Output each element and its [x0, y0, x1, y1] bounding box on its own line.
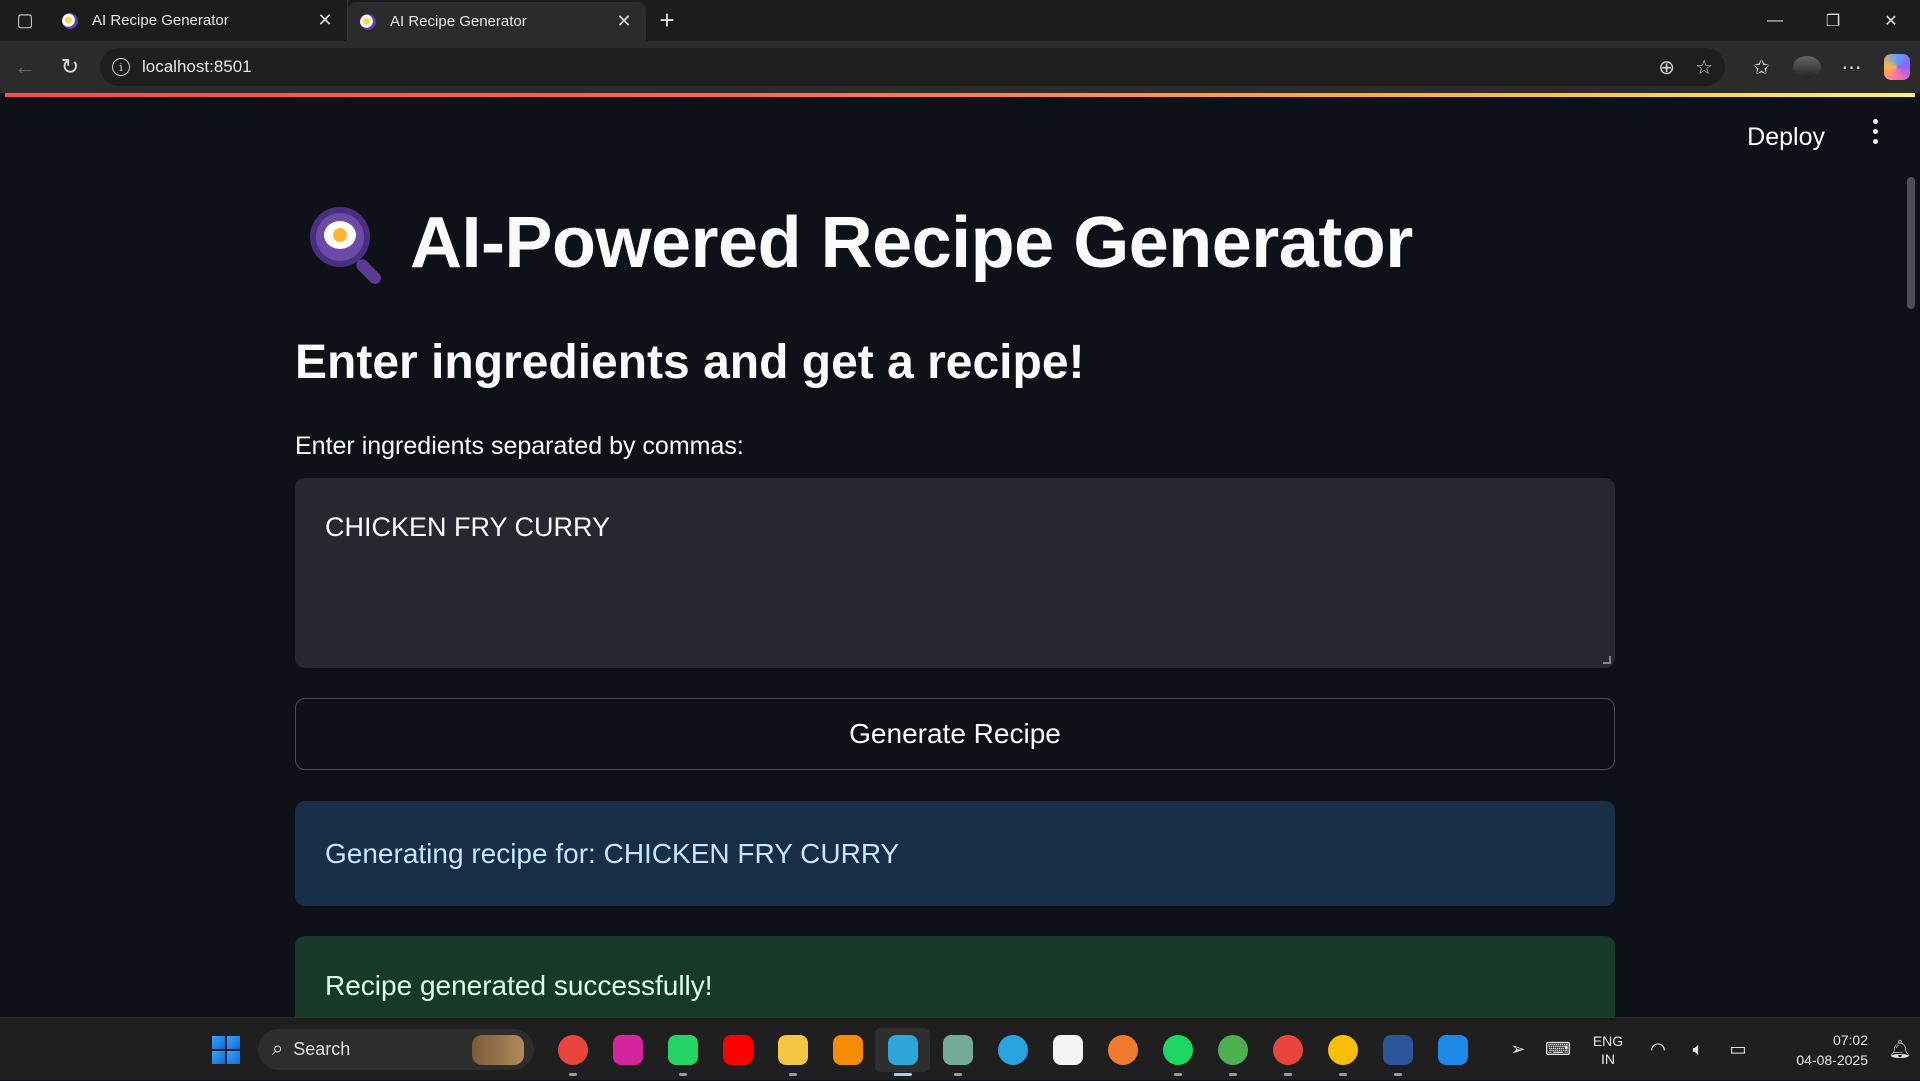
tab-favicon: [62, 12, 78, 29]
profile-avatar[interactable]: [1784, 56, 1829, 78]
spotify-icon[interactable]: [1150, 1028, 1205, 1076]
close-window-icon[interactable]: ✕: [1862, 0, 1920, 41]
browser-tab-1[interactable]: AI Recipe Generator ✕: [50, 0, 348, 41]
instagram-icon[interactable]: [600, 1028, 655, 1072]
minimize-icon[interactable]: —: [1746, 0, 1804, 41]
region-code: IN: [1601, 1050, 1615, 1067]
chatgpt-icon[interactable]: [930, 1028, 985, 1076]
taskbar-apps: [545, 1028, 1480, 1076]
tab-title: AI Recipe Generator: [390, 13, 527, 30]
app-main: Deploy AI-Powered Recipe Generator Enter…: [5, 97, 1915, 1036]
edge-icon[interactable]: [875, 1028, 930, 1076]
tab-actions-icon[interactable]: ▢: [0, 0, 50, 41]
youtube-icon[interactable]: [710, 1028, 765, 1072]
page-title: AI-Powered Recipe Generator: [410, 203, 1413, 283]
url-field[interactable]: i localhost:8501 ⊕ ☆: [100, 48, 1725, 86]
microsoft-store-icon[interactable]: [1040, 1028, 1095, 1072]
favorites-icon[interactable]: ✩: [1739, 55, 1784, 80]
search-icon: ⌕: [272, 1038, 284, 1060]
notification-bell-icon[interactable]: 🔔︎: [1880, 1039, 1920, 1060]
chrome-profile-2-icon[interactable]: [1260, 1028, 1315, 1076]
address-bar-row: ← ↻ i localhost:8501 ⊕ ☆ ✩ ⋯: [0, 41, 1920, 93]
info-alert-text: Generating recipe for: CHICKEN FRY CURRY: [325, 837, 900, 869]
title-row: AI-Powered Recipe Generator: [310, 202, 1413, 287]
success-alert-text: Recipe generated successfully!: [325, 970, 713, 1001]
clock[interactable]: 07:02 04-08-2025: [1758, 1030, 1868, 1070]
telegram-icon[interactable]: [985, 1028, 1040, 1072]
vlc-icon[interactable]: [820, 1028, 875, 1072]
more-options-icon[interactable]: ⋯: [1829, 55, 1874, 80]
resize-handle-icon[interactable]: [1603, 656, 1611, 664]
main-menu-icon[interactable]: [1870, 119, 1880, 144]
search-highlight-image: [472, 1034, 524, 1065]
site-info-icon[interactable]: i: [112, 58, 130, 76]
browser-toolbar: ✩ ⋯: [1739, 54, 1919, 80]
language-code: ENG: [1592, 1032, 1624, 1049]
vscode-icon[interactable]: [1425, 1028, 1480, 1072]
clock-date: 04-08-2025: [1796, 1051, 1868, 1068]
taskbar-search-label: Search: [293, 1039, 351, 1059]
url-text: localhost:8501: [142, 57, 252, 76]
language-indicator[interactable]: ENG IN: [1578, 1032, 1638, 1068]
info-alert: Generating recipe for: CHICKEN FRY CURRY: [295, 801, 1615, 906]
whatsapp-icon[interactable]: [655, 1028, 710, 1076]
ingredients-label: Enter ingredients separated by commas:: [295, 432, 744, 460]
restore-icon[interactable]: ❐: [1804, 0, 1862, 41]
close-tab-icon[interactable]: ✕: [614, 11, 634, 32]
battery-icon[interactable]: ▭: [1718, 1039, 1758, 1060]
word-icon[interactable]: [1370, 1028, 1425, 1076]
wifi-icon[interactable]: ◠: [1638, 1039, 1678, 1060]
chrome-icon[interactable]: [545, 1028, 600, 1076]
taskbar-search[interactable]: ⌕ Search: [258, 1029, 534, 1070]
chrome-profile-3-icon[interactable]: [1315, 1028, 1370, 1076]
zoom-icon[interactable]: ⊕: [1658, 55, 1675, 80]
scrollbar[interactable]: [1907, 177, 1915, 309]
window-controls: — ❐ ✕: [1746, 0, 1920, 41]
ingredients-input-value: CHICKEN FRY CURRY: [325, 512, 611, 542]
volume-icon[interactable]: 🔈︎: [1678, 1039, 1718, 1060]
browser-tab-bar: ▢ AI Recipe Generator ✕ AI Recipe Genera…: [0, 0, 1920, 41]
keyboard-icon[interactable]: ⌨: [1538, 1039, 1578, 1060]
clock-time: 07:02: [1832, 1031, 1868, 1048]
location-icon[interactable]: ➢: [1498, 1039, 1538, 1060]
copilot-icon[interactable]: [1874, 54, 1919, 80]
tab-favicon: [360, 13, 376, 30]
refresh-icon[interactable]: ↻: [50, 47, 90, 87]
frying-pan-icon: [310, 207, 384, 287]
browser-tab-2[interactable]: AI Recipe Generator ✕: [348, 2, 646, 41]
ingredients-input[interactable]: CHICKEN FRY CURRY: [295, 478, 1615, 668]
favorite-star-icon[interactable]: ☆: [1695, 55, 1713, 80]
close-tab-icon[interactable]: ✕: [315, 10, 335, 31]
subheader: Enter ingredients and get a recipe!: [295, 336, 1085, 389]
generate-recipe-button[interactable]: Generate Recipe: [295, 698, 1615, 770]
chrome-profile-1-icon[interactable]: [1205, 1028, 1260, 1076]
tab-title: AI Recipe Generator: [92, 12, 229, 29]
windows-start-icon[interactable]: [212, 1036, 240, 1064]
badge-app-icon[interactable]: [1095, 1028, 1150, 1072]
taskbar: ⌕ Search ➢ ⌨ ENG IN ◠ 🔈︎ ▭ 07:02 04-08-2…: [0, 1017, 1920, 1080]
new-tab-button[interactable]: +: [646, 0, 688, 41]
deploy-button[interactable]: Deploy: [1747, 123, 1825, 152]
back-icon[interactable]: ←: [5, 47, 45, 87]
file-explorer-icon[interactable]: [765, 1028, 820, 1076]
system-tray: ➢ ⌨ ENG IN ◠ 🔈︎ ▭ 07:02 04-08-2025 🔔︎: [1498, 1018, 1920, 1081]
